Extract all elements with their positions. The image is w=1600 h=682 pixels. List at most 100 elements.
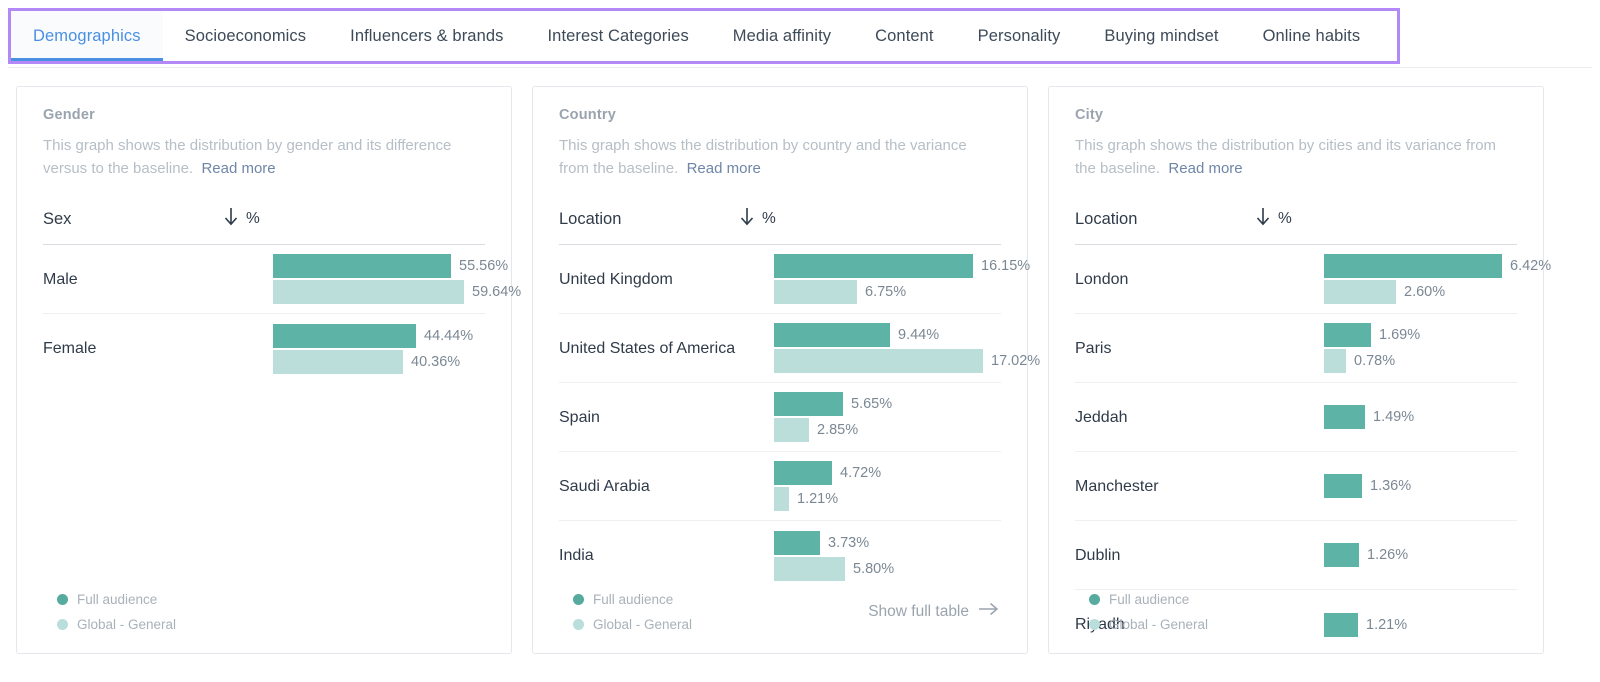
bar-value-label: 16.15% — [981, 258, 1030, 274]
table-header: Sex% — [43, 207, 485, 245]
tab-label: Online habits — [1263, 27, 1361, 46]
bar-fill — [774, 461, 832, 485]
legend-item-full-audience[interactable]: Full audience — [57, 587, 176, 612]
bar-group: 1.36% — [1324, 474, 1411, 498]
table-row[interactable]: Spain5.65%2.85% — [559, 383, 1001, 452]
percent-column-label: % — [1278, 210, 1292, 228]
bar-fill — [273, 324, 416, 348]
bar-fill — [774, 418, 809, 442]
demographics-cards: Gender This graph shows the distribution … — [16, 86, 1584, 654]
card-title: Gender — [43, 107, 485, 123]
legend-item-global-general[interactable]: Global - General — [57, 612, 176, 637]
tab-media-affinity[interactable]: Media affinity — [711, 11, 853, 61]
bar-value-label: 59.64% — [472, 284, 521, 300]
legend-item-global-general[interactable]: Global - General — [1089, 612, 1208, 637]
legend-label: Full audience — [593, 587, 673, 612]
bar-global-general: 17.02% — [774, 349, 1040, 373]
row-label: Paris — [1075, 337, 1318, 360]
chart-legend: Full audienceGlobal - General — [573, 587, 692, 637]
arrow-down-icon — [1255, 207, 1271, 231]
legend-label: Global - General — [1109, 612, 1208, 637]
row-label: India — [559, 544, 768, 567]
arrow-down-icon — [739, 207, 755, 231]
bar-fill — [1324, 613, 1358, 637]
show-full-table-label: Show full table — [868, 603, 969, 621]
table-row[interactable]: India 3.73% 5.80% — [559, 521, 1001, 590]
bar-global-general: 5.80% — [774, 557, 894, 581]
read-more-link[interactable]: Read more — [201, 160, 275, 177]
legend-label: Full audience — [1109, 587, 1189, 612]
bar-full-audience: 55.56% — [273, 254, 521, 278]
tab-bar[interactable]: DemographicsSocioeconomicsInfluencers & … — [11, 11, 1397, 61]
bar-fill — [1324, 543, 1359, 567]
sort-by-percent-control[interactable]: % — [1255, 207, 1292, 231]
bar-full-audience: 1.69% — [1324, 323, 1420, 347]
tab-label: Content — [875, 27, 934, 46]
tab-influencers-brands[interactable]: Influencers & brands — [328, 11, 525, 61]
table-row[interactable]: Male55.56%59.64% — [43, 245, 485, 314]
legend-item-full-audience[interactable]: Full audience — [573, 587, 692, 612]
bar-fill — [774, 531, 820, 555]
bar-value-label: 1.49% — [1373, 409, 1414, 425]
bar-fill — [774, 280, 857, 304]
bar-full-audience: 6.42% — [1324, 254, 1551, 278]
sort-by-percent-control[interactable]: % — [223, 207, 260, 231]
legend-label: Full audience — [77, 587, 157, 612]
table-row[interactable]: Manchester1.36% — [1075, 452, 1517, 521]
bar-fill — [1324, 323, 1371, 347]
bar-group: 16.15% 6.75% — [774, 254, 1030, 304]
row-label: United Kingdom — [559, 268, 768, 291]
bar-full-audience: 9.44% — [774, 323, 1040, 347]
card-description-text: This graph shows the distribution by cou… — [559, 137, 967, 177]
legend-item-full-audience[interactable]: Full audience — [1089, 587, 1208, 612]
column-header-label: Location — [559, 210, 739, 229]
table-row[interactable]: Dublin1.26% — [1075, 521, 1517, 590]
bar-value-label: 6.42% — [1510, 258, 1551, 274]
bar-fill — [774, 349, 983, 373]
legend-dot-icon — [57, 594, 68, 605]
table-row[interactable]: Jeddah1.49% — [1075, 383, 1517, 452]
bar-fill — [273, 280, 464, 304]
table-row[interactable]: London6.42%2.60% — [1075, 245, 1517, 314]
bar-fill — [273, 254, 451, 278]
sort-by-percent-control[interactable]: % — [739, 207, 776, 231]
bar-full-audience: 4.72% — [774, 461, 881, 485]
table-row[interactable]: United Kingdom16.15%6.75% — [559, 245, 1001, 314]
read-more-link[interactable]: Read more — [1168, 160, 1242, 177]
row-label: United States of America — [559, 337, 768, 360]
bar-global-general: 2.85% — [774, 418, 892, 442]
chart-legend: Full audienceGlobal - General — [1089, 587, 1208, 637]
bar-fill — [1324, 349, 1346, 373]
show-full-table-link[interactable]: Show full table — [868, 602, 999, 621]
tab-buying-mindset[interactable]: Buying mindset — [1082, 11, 1240, 61]
bar-value-label: 6.75% — [865, 284, 906, 300]
bar-group: 55.56% 59.64% — [273, 254, 521, 304]
bar-global-general: 59.64% — [273, 280, 521, 304]
tab-content[interactable]: Content — [853, 11, 956, 61]
bar-fill — [1324, 474, 1362, 498]
table-row[interactable]: Saudi Arabia4.72%1.21% — [559, 452, 1001, 521]
bar-value-label: 5.65% — [851, 396, 892, 412]
legend-label: Global - General — [77, 612, 176, 637]
bar-global-general: 2.60% — [1324, 280, 1551, 304]
tab-interest-categories[interactable]: Interest Categories — [525, 11, 710, 61]
tab-label: Interest Categories — [547, 27, 688, 46]
legend-item-global-general[interactable]: Global - General — [573, 612, 692, 637]
table-row[interactable]: Female44.44%40.36% — [43, 314, 485, 383]
legend-dot-icon — [1089, 619, 1100, 630]
tab-personality[interactable]: Personality — [956, 11, 1083, 61]
table-row[interactable]: United States of America9.44%17.02% — [559, 314, 1001, 383]
bar-full-audience: 5.65% — [774, 392, 892, 416]
bar-full-audience: 44.44% — [273, 324, 473, 348]
table-row[interactable]: Paris 1.69%0.78% — [1075, 314, 1517, 383]
tab-demographics[interactable]: Demographics — [11, 11, 163, 61]
bar-value-label: 3.73% — [828, 535, 869, 551]
bar-value-label: 1.69% — [1379, 327, 1420, 343]
column-header-label: Sex — [43, 210, 223, 229]
tab-socioeconomics[interactable]: Socioeconomics — [163, 11, 329, 61]
legend-dot-icon — [573, 619, 584, 630]
bar-group: 1.69%0.78% — [1324, 323, 1420, 373]
tab-online-habits[interactable]: Online habits — [1241, 11, 1383, 61]
read-more-link[interactable]: Read more — [687, 160, 761, 177]
table-header: Location% — [1075, 207, 1517, 245]
